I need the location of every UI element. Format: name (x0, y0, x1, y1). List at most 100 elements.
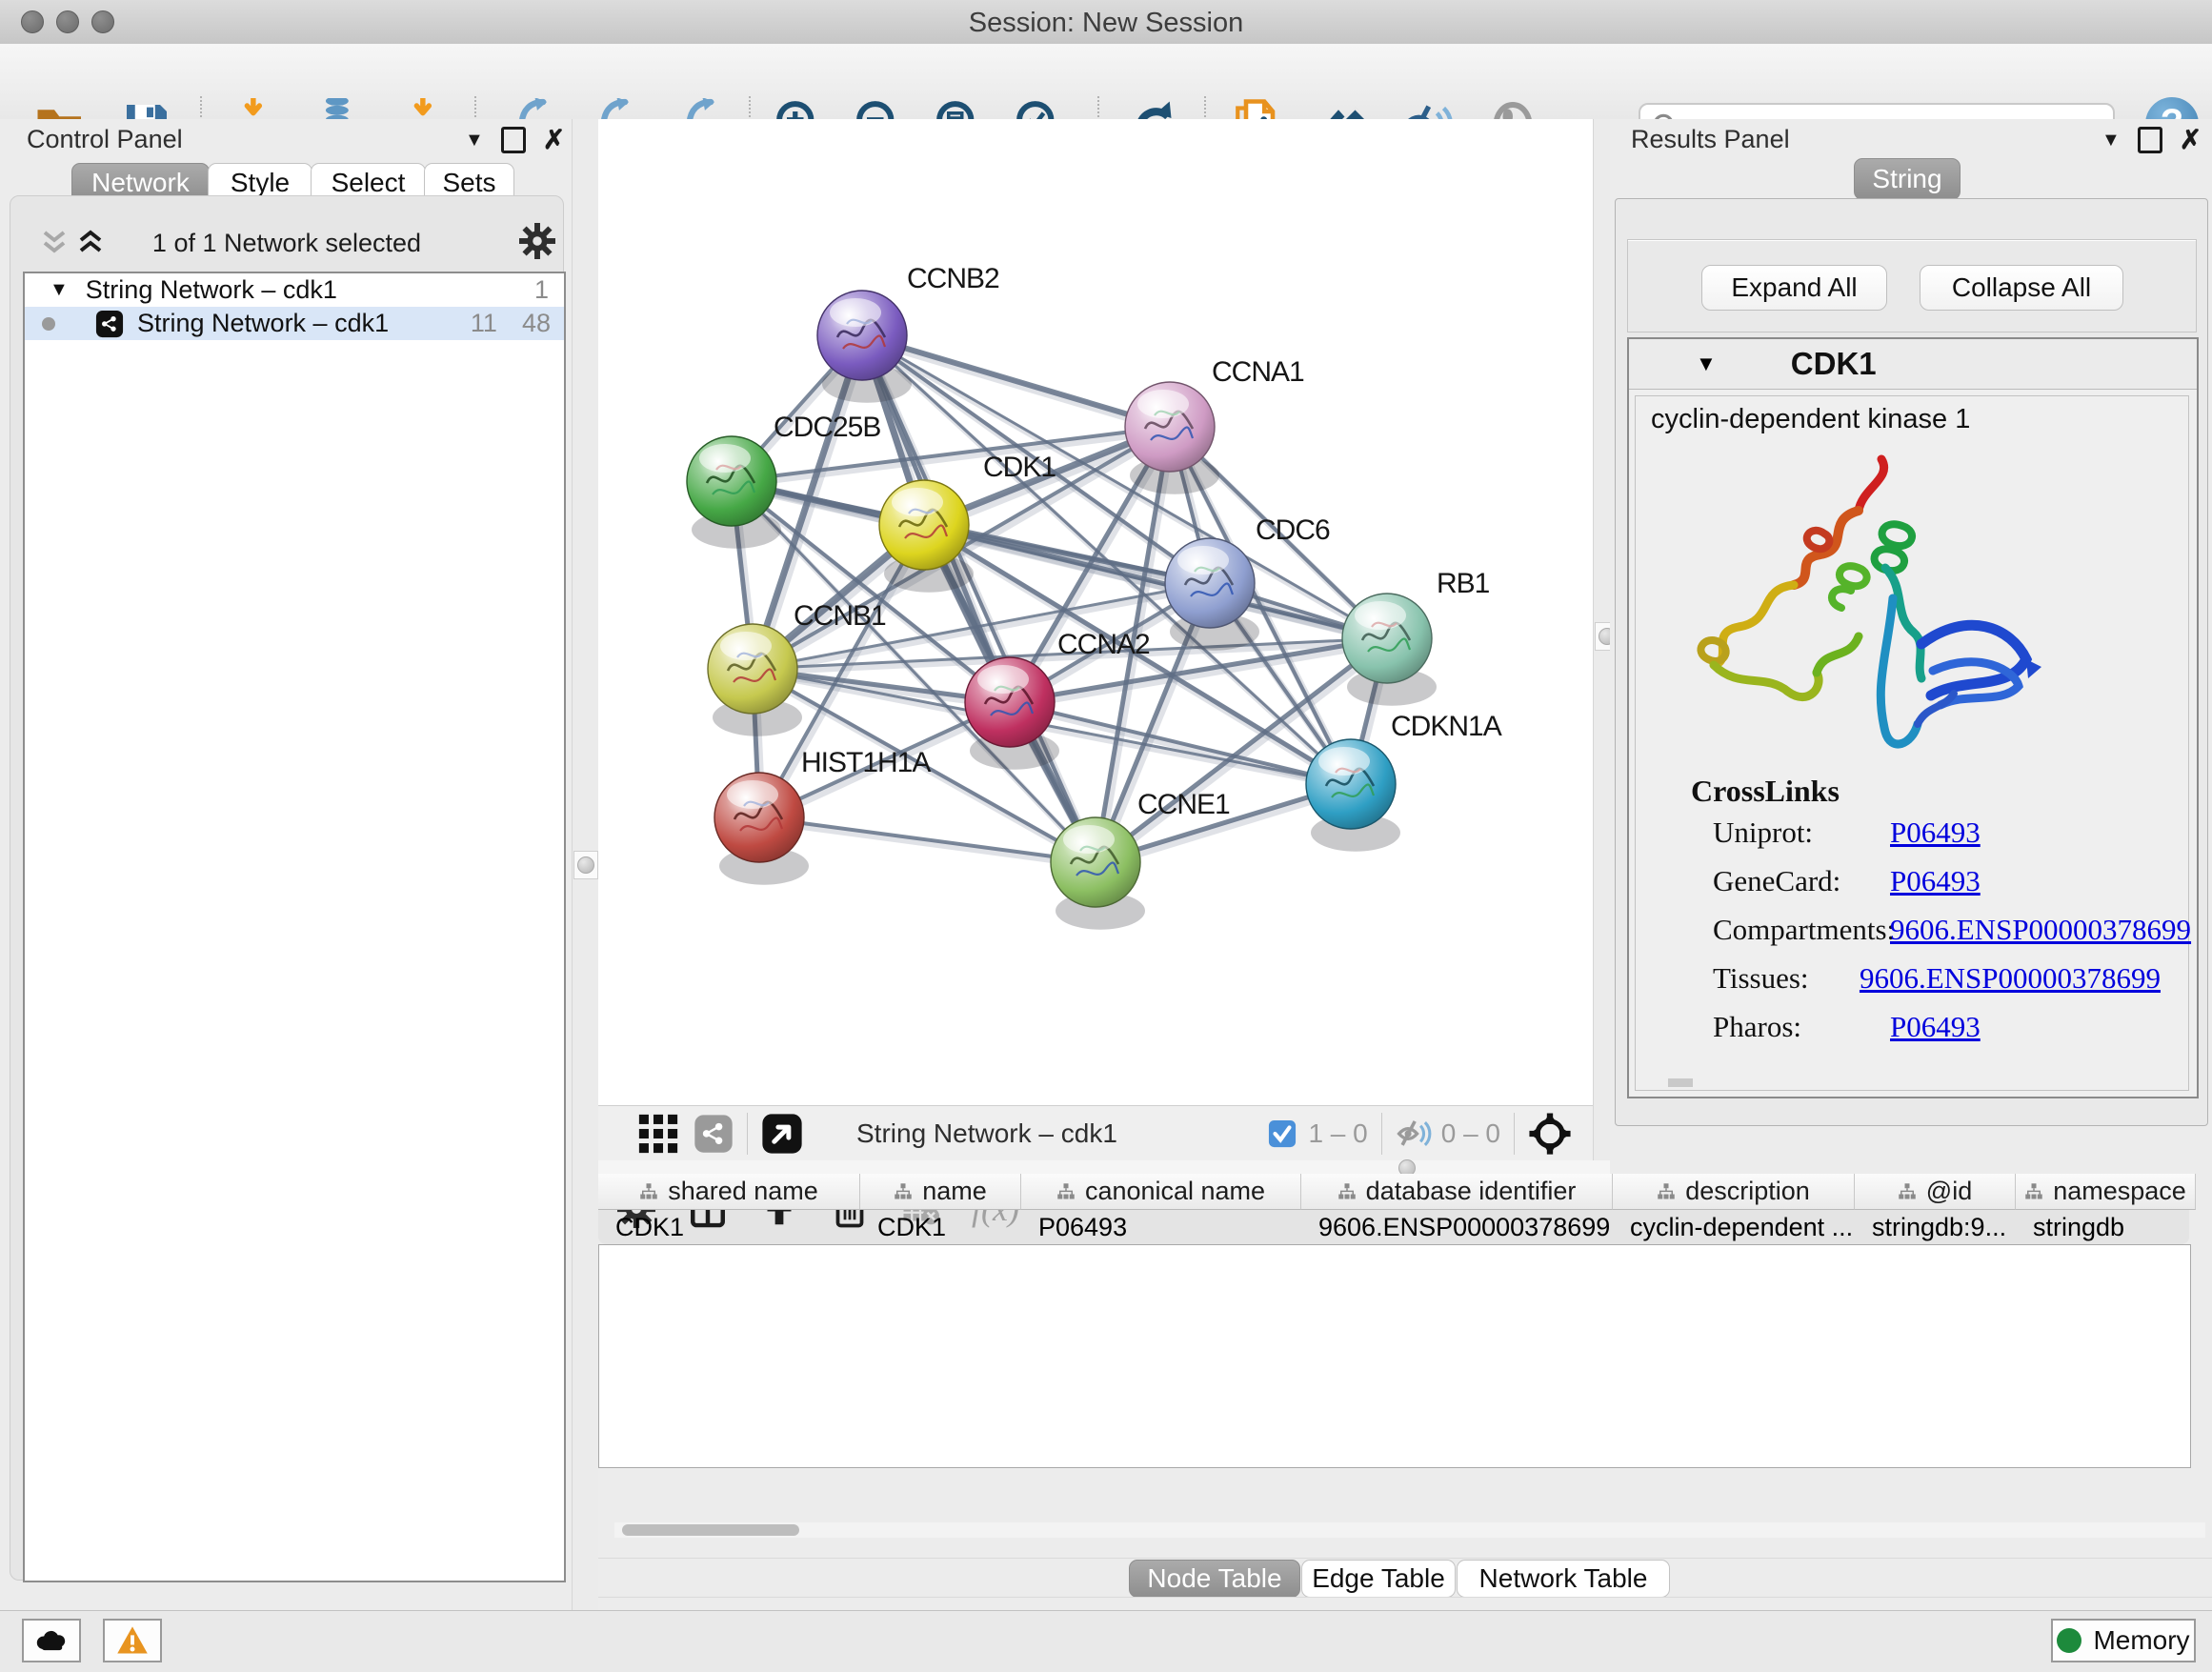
node-label-ccna2: CCNA2 (1057, 629, 1150, 660)
hidden-eye-icon[interactable] (1396, 1116, 1432, 1152)
gene-name: CDK1 (1791, 346, 1877, 382)
collapse-all-button[interactable]: Collapse All (1920, 265, 2123, 311)
node-label-ccnb2: CCNB2 (907, 263, 999, 294)
tree-expander-icon[interactable]: ▼ (50, 279, 69, 301)
grid-view-icon[interactable] (636, 1112, 680, 1156)
table-cell[interactable]: P06493 (1021, 1210, 1300, 1245)
cloud-button[interactable] (22, 1619, 81, 1662)
crosslink-link[interactable]: P06493 (1890, 864, 1981, 898)
birdseye-icon[interactable] (761, 1113, 803, 1155)
tab-node-table[interactable]: Node Table (1129, 1560, 1300, 1598)
network-node-ccnb1[interactable] (708, 624, 802, 736)
network-node-cdc6[interactable] (1165, 538, 1259, 651)
node-label-rb1: RB1 (1437, 568, 1490, 599)
network-edge[interactable] (862, 335, 1096, 862)
column-header--id[interactable]: @id (1855, 1174, 2016, 1210)
tab-string[interactable]: String (1854, 158, 1961, 200)
control-panel: Control Panel ▼ ✗ Network Style Select S… (0, 119, 572, 1610)
column-header-canonical-name[interactable]: canonical name (1021, 1174, 1301, 1210)
panel-collapse-icon[interactable]: ▼ (465, 130, 484, 151)
share-view-icon[interactable] (694, 1114, 734, 1154)
network-view-title: String Network – cdk1 (856, 1118, 1117, 1149)
network-options-gear-icon[interactable] (519, 223, 555, 259)
window-title: Session: New Session (0, 8, 2212, 39)
card-hscroll-thumb[interactable] (1668, 1078, 1693, 1087)
column-header-name[interactable]: name (860, 1174, 1021, 1210)
warnings-button[interactable] (103, 1619, 162, 1662)
network-node-ccnb2[interactable] (817, 291, 912, 403)
network-node-hist1h1a[interactable] (714, 773, 809, 885)
panel-collapse-icon[interactable]: ▼ (2101, 130, 2121, 151)
network-graph[interactable]: CCNB2CCNA1CDC25BCDK1CDC6RB1CCNB1CCNA2CDK… (598, 119, 1593, 1105)
main-toolbar: ? (0, 44, 2212, 120)
gene-card-body: cyclin-dependent kinase 1 (1635, 395, 2189, 1091)
gene-expander-icon[interactable]: ▼ (1696, 352, 1717, 376)
node-label-cdkn1a: CDKN1A (1391, 711, 1502, 742)
crosslink-row: Pharos:P06493 (1713, 1010, 2161, 1044)
panel-float-icon[interactable] (501, 127, 526, 153)
node-label-cdk1: CDK1 (983, 452, 1056, 483)
column-header-description[interactable]: description (1613, 1174, 1855, 1210)
network-row[interactable]: String Network – cdk1 11 48 (25, 307, 564, 340)
network-node-cdc25b[interactable] (687, 436, 781, 549)
selected-counts: 1 – 0 (1308, 1118, 1367, 1149)
tree-icon (1337, 1182, 1357, 1201)
table-hscroll-thumb[interactable] (622, 1524, 799, 1536)
hidden-counts: 0 – 0 (1441, 1118, 1500, 1149)
gene-description: cyclin-dependent kinase 1 (1651, 404, 1970, 435)
table-hscrollbar[interactable] (614, 1522, 2205, 1538)
tree-icon (894, 1182, 913, 1201)
cloud-icon (34, 1623, 69, 1658)
node-label-cdc6: CDC6 (1256, 514, 1330, 546)
left-splitter-handle[interactable] (573, 851, 598, 879)
panel-close-icon[interactable]: ✗ (2180, 130, 2202, 151)
status-bar: Memory (0, 1610, 2212, 1672)
tab-network-table[interactable]: Network Table (1457, 1560, 1670, 1598)
network-node-cdkn1a[interactable] (1306, 739, 1400, 852)
network-collection-label: String Network – cdk1 (86, 275, 337, 305)
network-node-ccne1[interactable] (1051, 817, 1145, 930)
crosslink-link[interactable]: P06493 (1890, 816, 1981, 850)
table-cell[interactable]: 9606.ENSP00000378699 (1301, 1210, 1612, 1245)
left-splitter[interactable] (572, 119, 600, 1610)
table-panel: Table Panel ▼ ✗ f(x) shared namenamecano… (598, 1174, 2212, 1610)
network-node-ccna1[interactable] (1125, 382, 1219, 494)
selected-checkbox-icon[interactable] (1268, 1119, 1297, 1148)
gene-card-header[interactable]: ▼ CDK1 (1629, 339, 2197, 390)
panel-float-icon[interactable] (2138, 127, 2162, 153)
crosslink-label: Pharos: (1713, 1010, 1890, 1044)
table-cell[interactable]: stringdb (2016, 1210, 2195, 1245)
column-header-shared-name[interactable]: shared name (598, 1174, 860, 1210)
network-edge[interactable] (759, 817, 1096, 862)
crosslink-link[interactable]: 9606.ENSP00000378699 (1860, 961, 2161, 996)
node-label-hist1h1a: HIST1H1A (801, 747, 931, 778)
edge-count: 48 (522, 309, 551, 338)
table-cell[interactable]: cyclin-dependent ... (1613, 1210, 1854, 1245)
crosslink-label: Uniprot: (1713, 816, 1890, 850)
string-network-icon (95, 310, 124, 338)
network-node-ccna2[interactable] (965, 657, 1059, 770)
tree-icon (1898, 1182, 1917, 1201)
node-table[interactable]: shared namenamecanonical namedatabase id… (598, 1244, 2191, 1468)
panel-close-icon[interactable]: ✗ (543, 130, 565, 151)
crosslink-link[interactable]: 9606.ENSP00000378699 (1890, 913, 2191, 947)
network-canvas[interactable]: CCNB2CCNA1CDC25BCDK1CDC6RB1CCNB1CCNA2CDK… (598, 119, 1593, 1105)
column-header-database-identifier[interactable]: database identifier (1301, 1174, 1613, 1210)
crosslinks-list: Uniprot:P06493GeneCard:P06493Compartment… (1713, 816, 2161, 1058)
network-node-rb1[interactable] (1342, 594, 1437, 706)
network-node-cdk1[interactable] (879, 480, 974, 593)
network-tree: ▼ String Network – cdk1 1 String Network… (23, 272, 566, 1582)
tree-icon (2024, 1182, 2043, 1201)
crosslinks-title: CrossLinks (1691, 774, 1840, 809)
table-cell[interactable]: CDK1 (860, 1210, 1020, 1245)
tab-edge-table[interactable]: Edge Table (1301, 1560, 1456, 1598)
memory-button[interactable]: Memory (2051, 1619, 2196, 1662)
crosslink-row: Tissues:9606.ENSP00000378699 (1713, 961, 2161, 996)
table-cell[interactable]: CDK1 (598, 1210, 859, 1245)
crosslink-link[interactable]: P06493 (1890, 1010, 1981, 1044)
column-header-namespace[interactable]: namespace (2016, 1174, 2196, 1210)
network-collection-row[interactable]: ▼ String Network – cdk1 1 (25, 273, 564, 307)
expand-all-button[interactable]: Expand All (1701, 265, 1887, 311)
table-cell[interactable]: stringdb:9... (1855, 1210, 2015, 1245)
fit-selected-crosshair-icon[interactable] (1528, 1112, 1572, 1156)
